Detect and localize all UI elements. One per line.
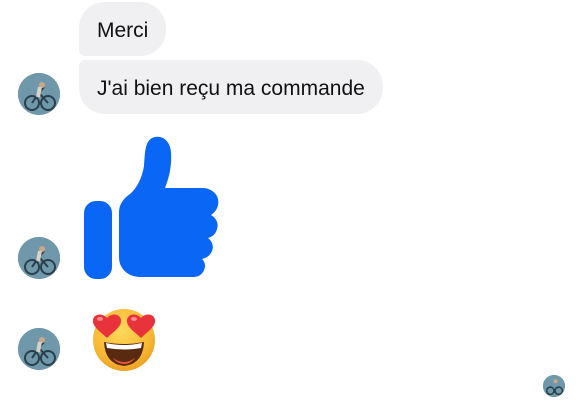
contact-avatar[interactable] (18, 328, 60, 370)
contact-avatar[interactable] (18, 73, 60, 115)
heart-eyes-emoji[interactable] (89, 306, 159, 372)
thumbs-up-sticker[interactable] (81, 134, 221, 280)
avatar-photo-icon (18, 237, 60, 279)
message-bubble-order-received[interactable]: J'ai bien reçu ma commande (79, 60, 383, 114)
thumbs-up-icon (84, 136, 219, 279)
message-bubble-merci[interactable]: Merci (79, 2, 167, 56)
avatar-photo-icon (18, 328, 60, 370)
heart-eyes-emoji-icon (92, 309, 156, 371)
message-text: J'ai bien reçu ma commande (97, 77, 365, 100)
avatar-photo-icon (18, 73, 60, 115)
seen-indicator-avatar (543, 375, 565, 397)
contact-avatar[interactable] (18, 237, 60, 279)
seen-avatar-icon (543, 375, 565, 397)
message-text: Merci (97, 19, 149, 42)
